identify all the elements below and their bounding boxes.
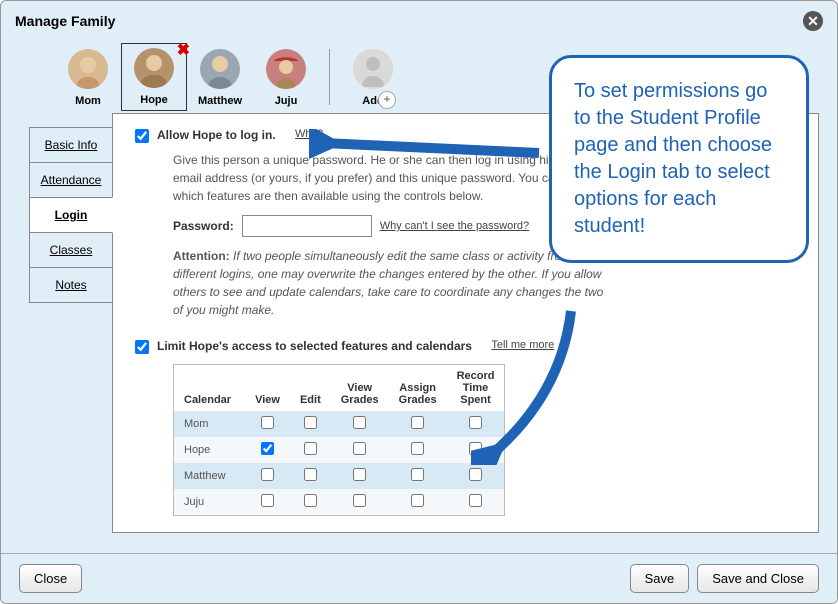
table-row: Matthew — [174, 463, 505, 489]
perm-checkbox[interactable] — [469, 468, 482, 481]
annotation-arrow-icon — [471, 305, 591, 465]
perm-checkbox[interactable] — [304, 468, 317, 481]
callout-text: To set permissions go to the Student Pro… — [574, 80, 772, 237]
person-juju[interactable]: Juju — [253, 43, 319, 113]
col-view-grades: ViewGrades — [331, 365, 389, 412]
perm-checkbox[interactable] — [261, 468, 274, 481]
dialog-title: Manage Family — [15, 13, 115, 29]
close-icon[interactable]: ✕ — [803, 11, 823, 31]
table-row: Mom — [174, 411, 505, 437]
password-input[interactable] — [242, 215, 372, 237]
password-label: Password: — [173, 219, 234, 233]
save-close-button[interactable]: Save and Close — [697, 564, 819, 593]
save-button[interactable]: Save — [630, 564, 690, 593]
row-name: Mom — [174, 411, 246, 437]
col-calendar: Calendar — [174, 365, 246, 412]
password-help-link[interactable]: Why can't I see the password? — [380, 220, 529, 232]
person-label: Hope — [122, 94, 186, 106]
annotation-callout: To set permissions go to the Student Pro… — [549, 55, 809, 263]
avatar — [134, 48, 174, 88]
perm-checkbox[interactable] — [353, 494, 366, 507]
annotation-arrow-icon — [309, 129, 549, 169]
manage-family-dialog: Manage Family ✕ Mom ✖ Hope Matthew — [0, 0, 838, 604]
allow-login-label: Allow Hope to log in. — [157, 128, 276, 142]
tab-classes[interactable]: Classes — [29, 232, 113, 268]
table-header-row: Calendar View Edit ViewGrades AssignGrad… — [174, 365, 505, 412]
person-label: Juju — [255, 95, 317, 107]
perm-checkbox[interactable] — [411, 416, 424, 429]
tab-attendance[interactable]: Attendance — [29, 162, 113, 198]
table-row: Hope — [174, 437, 505, 463]
row-name: Juju — [174, 489, 246, 516]
tabs: Basic Info Attendance Login Classes Note… — [29, 127, 113, 533]
perm-checkbox[interactable] — [469, 494, 482, 507]
person-label: Matthew — [189, 95, 251, 107]
col-view: View — [245, 365, 290, 412]
perm-checkbox[interactable] — [261, 416, 274, 429]
limit-access-label: Limit Hope's access to selected features… — [157, 339, 472, 353]
avatar — [266, 49, 306, 89]
avatar — [200, 49, 240, 89]
dialog-footer: Close Save Save and Close — [1, 553, 837, 603]
avatar — [68, 49, 108, 89]
limit-access-section: Limit Hope's access to selected features… — [135, 339, 796, 516]
person-matthew[interactable]: Matthew — [187, 43, 253, 113]
allow-login-checkbox[interactable] — [135, 129, 149, 143]
limit-access-checkbox[interactable] — [135, 340, 149, 354]
perm-checkbox[interactable] — [353, 468, 366, 481]
perm-checkbox[interactable] — [353, 416, 366, 429]
row-name: Hope — [174, 437, 246, 463]
person-hope[interactable]: ✖ Hope — [121, 43, 187, 111]
perm-checkbox[interactable] — [304, 442, 317, 455]
add-person[interactable]: Add — [340, 43, 406, 113]
person-label: Mom — [57, 95, 119, 107]
perm-checkbox[interactable] — [261, 494, 274, 507]
perm-checkbox[interactable] — [411, 494, 424, 507]
tab-login[interactable]: Login — [29, 197, 113, 233]
remove-person-icon[interactable]: ✖ — [177, 40, 190, 60]
person-label: Add — [342, 95, 404, 107]
col-edit: Edit — [290, 365, 331, 412]
perm-checkbox[interactable] — [261, 442, 274, 455]
perm-checkbox[interactable] — [353, 442, 366, 455]
perm-checkbox[interactable] — [304, 494, 317, 507]
perm-checkbox[interactable] — [411, 442, 424, 455]
table-row: Juju — [174, 489, 505, 516]
close-button[interactable]: Close — [19, 564, 82, 593]
row-name: Matthew — [174, 463, 246, 489]
tab-notes[interactable]: Notes — [29, 267, 113, 303]
permissions-table: Calendar View Edit ViewGrades AssignGrad… — [173, 364, 505, 516]
divider — [329, 49, 330, 105]
tab-basic-info[interactable]: Basic Info — [29, 127, 113, 163]
attention-label: Attention: — [173, 249, 230, 263]
perm-checkbox[interactable] — [304, 416, 317, 429]
add-avatar-icon — [353, 49, 393, 89]
col-assign-grades: AssignGrades — [389, 365, 447, 412]
person-mom[interactable]: Mom — [55, 43, 121, 113]
dialog-header: Manage Family ✕ — [1, 1, 837, 35]
perm-checkbox[interactable] — [411, 468, 424, 481]
